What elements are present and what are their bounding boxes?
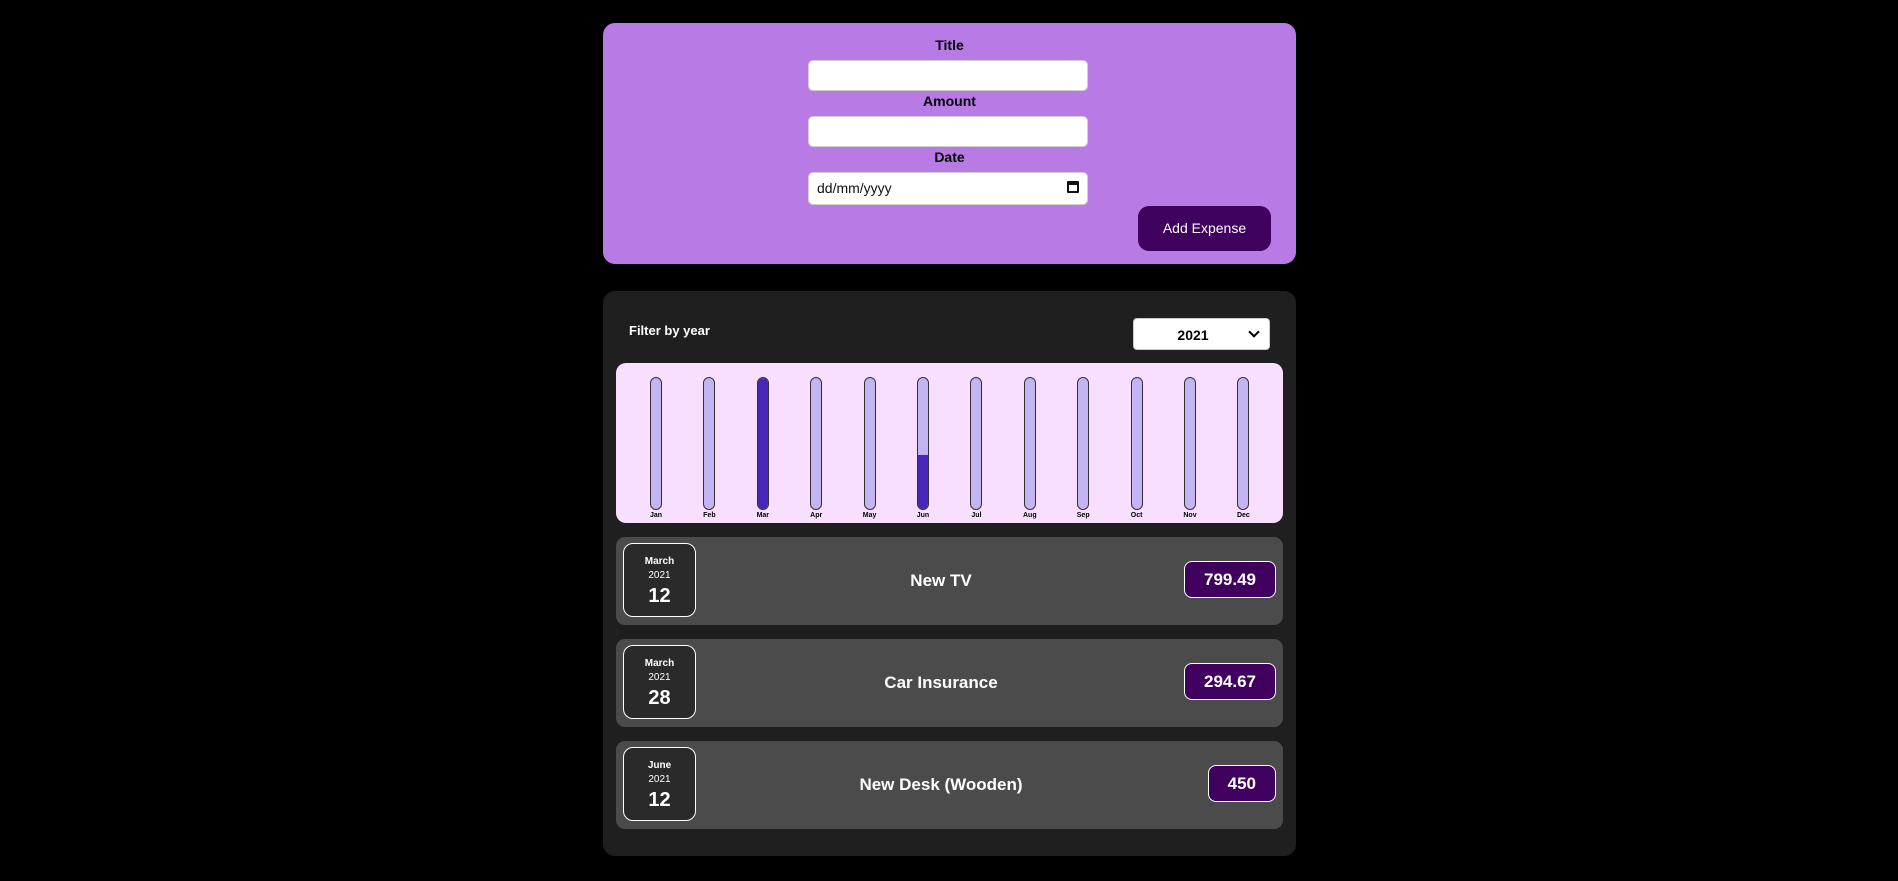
expense-amount: 799.49	[1184, 561, 1276, 598]
chart-bar-may: May	[850, 377, 890, 521]
add-expense-button[interactable]: Add Expense	[1138, 206, 1271, 251]
expense-item[interactable]: March 2021 28 Car Insurance 294.67	[616, 639, 1283, 727]
expense-title: New TV	[910, 571, 972, 590]
expense-title: Car Insurance	[884, 673, 998, 692]
chart-bar-track	[1077, 377, 1090, 510]
chart-bar-fill	[757, 378, 768, 509]
chart-bar-track	[917, 377, 929, 510]
title-input[interactable]	[808, 60, 1088, 91]
chart-bar-aug: Aug	[1010, 377, 1050, 521]
chart-bar-oct: Oct	[1117, 377, 1157, 521]
chart-bar-label: Feb	[703, 512, 716, 519]
expenses-chart: Jan Feb Mar Apr May Jun Jul Aug Sep Oct Nov Dec	[616, 363, 1283, 523]
expense-month: March	[644, 556, 675, 567]
chart-bar-apr: Apr	[796, 377, 836, 521]
chart-bar-fill	[918, 455, 928, 509]
chart-bar-track	[703, 377, 716, 510]
chart-bar-label: Aug	[1022, 512, 1037, 519]
chart-bar-label: Apr	[810, 512, 823, 519]
expense-year: 2021	[648, 672, 671, 683]
chart-bar-label: Mar	[756, 512, 770, 519]
chart-bar-label: Oct	[1130, 512, 1143, 519]
chart-bar-label: May	[862, 512, 877, 519]
chart-bar-label: Jul	[971, 512, 982, 519]
chart-bar-track	[863, 377, 876, 510]
date-input[interactable]: dd/mm/yyyy	[808, 172, 1088, 205]
chart-bar-label: Jun	[916, 512, 930, 519]
chart-bar-label: Sep	[1076, 512, 1090, 519]
expense-day: 12	[648, 585, 671, 607]
chart-bar-track	[1023, 377, 1036, 510]
expense-date: March 2021 12	[623, 543, 696, 617]
chart-bar-mar: Mar	[743, 377, 783, 521]
chart-bar-sep: Sep	[1063, 377, 1103, 521]
chart-bar-track	[1130, 377, 1143, 510]
amount-input[interactable]	[808, 116, 1088, 147]
expense-year: 2021	[648, 570, 671, 581]
expense-date: March 2021 28	[623, 645, 696, 719]
expense-date: June 2021 12	[623, 747, 696, 821]
chart-bar-jan: Jan	[636, 377, 676, 521]
chart-bar-track	[1237, 377, 1250, 510]
expenses-panel: Filter by year 2021 Jan Feb Mar Apr May Jun Ju…	[603, 291, 1296, 856]
expense-year: 2021	[648, 774, 671, 785]
chart-bar-label: Dec	[1236, 512, 1250, 519]
expense-day: 28	[648, 687, 671, 709]
chart-bar-track	[650, 377, 662, 510]
date-placeholder: dd/mm/yyyy	[817, 180, 892, 196]
year-filter-value: 2021	[1177, 327, 1209, 343]
expense-day: 12	[648, 789, 671, 811]
amount-label: Amount	[923, 93, 976, 109]
new-expense-form: Title Amount Date dd/mm/yyyy Add Expense	[603, 23, 1296, 264]
expense-item[interactable]: March 2021 12 New TV 799.49	[616, 537, 1283, 625]
chart-bar-track	[1184, 377, 1196, 510]
chart-bar-label: Jan	[649, 512, 663, 519]
chart-bar-track	[756, 377, 769, 510]
year-filter-select[interactable]: 2021	[1133, 318, 1270, 350]
chart-bar-track	[810, 377, 823, 510]
chart-bar-label: Nov	[1183, 512, 1197, 519]
expense-title: New Desk (Wooden)	[859, 775, 1023, 794]
expense-month: March	[644, 658, 675, 669]
chart-bar-dec: Dec	[1223, 377, 1263, 521]
title-label: Title	[935, 37, 964, 53]
expense-amount: 450	[1207, 765, 1276, 802]
filter-label: Filter by year	[629, 323, 710, 338]
expense-amount: 294.67	[1184, 663, 1276, 700]
chart-bar-feb: Feb	[689, 377, 729, 521]
date-label: Date	[934, 149, 965, 165]
chart-bar-jun: Jun	[903, 377, 943, 521]
chart-bar-track	[970, 377, 983, 510]
calendar-icon[interactable]	[1067, 181, 1079, 193]
expense-item[interactable]: June 2021 12 New Desk (Wooden) 450	[616, 741, 1283, 829]
chart-bar-nov: Nov	[1170, 377, 1210, 521]
expense-month: June	[647, 760, 672, 771]
chart-bar-jul: Jul	[956, 377, 996, 521]
